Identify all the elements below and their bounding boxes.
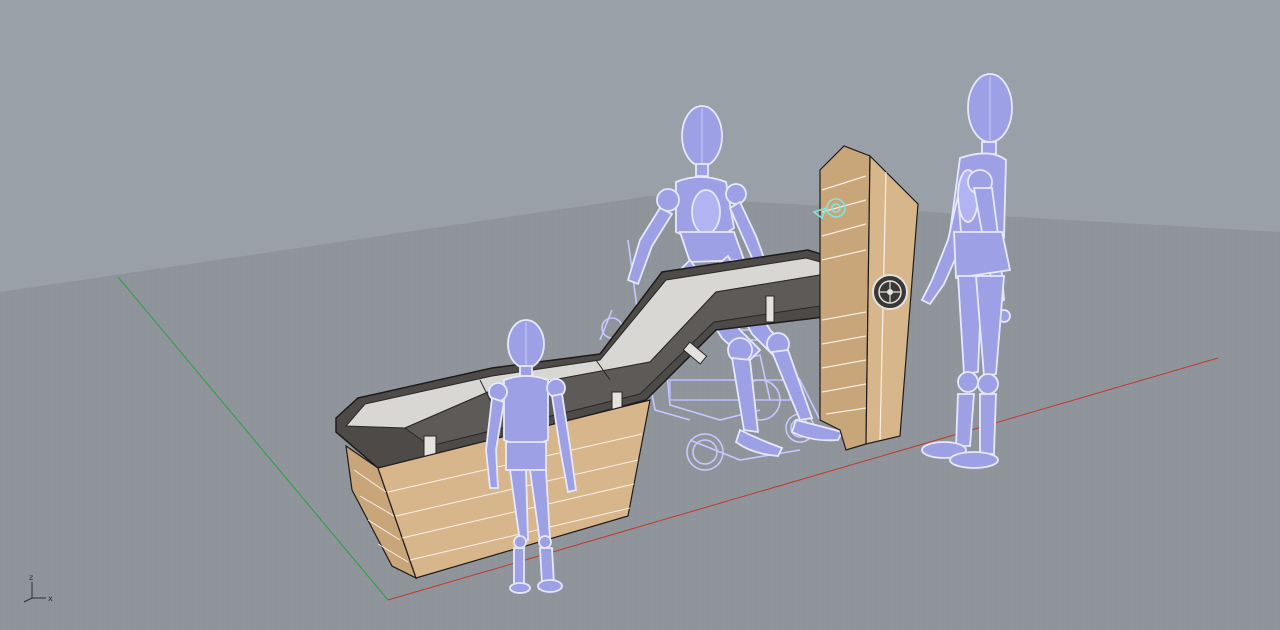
gizmo-x-label: x: [48, 594, 53, 603]
gizmo-z-label: z: [29, 573, 33, 582]
scene-canvas[interactable]: z x: [0, 0, 1280, 630]
rhino-perspective-viewport[interactable]: z x: [0, 0, 1280, 630]
steering-wheel-icon[interactable]: [872, 274, 908, 310]
